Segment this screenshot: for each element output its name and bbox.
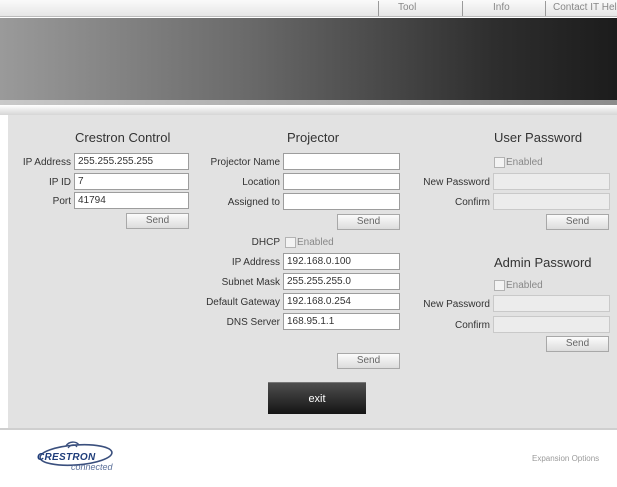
projector-ip-label: IP Address (231, 257, 280, 268)
crestron-ipid-input[interactable]: 7 (74, 173, 189, 190)
network-send-button[interactable]: Send (337, 353, 400, 369)
crestron-send-button[interactable]: Send (126, 213, 189, 229)
projector-title: Projector (287, 130, 340, 145)
crestron-port-label: Port (52, 196, 71, 207)
user-new-password-input[interactable] (493, 173, 610, 190)
nav-info[interactable]: Info (493, 2, 510, 13)
projector-location-label: Location (242, 177, 280, 188)
admin-password-send-button[interactable]: Send (546, 336, 609, 352)
expansion-options-link[interactable]: Expansion Options (532, 454, 599, 463)
nav-divider (378, 1, 379, 16)
user-confirm-input[interactable] (493, 193, 610, 210)
user-password-title: User Password (494, 130, 583, 145)
projector-assigned-label: Assigned to (227, 197, 280, 208)
header-banner (0, 18, 617, 105)
crestron-port-input[interactable]: 41794 (74, 192, 189, 209)
admin-new-password-input[interactable] (493, 295, 610, 312)
user-new-password-label: New Password (423, 177, 490, 188)
user-password-send-button[interactable]: Send (546, 214, 609, 230)
projector-assigned-input[interactable] (283, 193, 400, 210)
projector-name-input[interactable] (283, 153, 400, 170)
projector-location-input[interactable] (283, 173, 400, 190)
user-enabled-label: Enabled (506, 157, 543, 168)
user-enabled-checkbox-icon[interactable] (494, 157, 505, 168)
exit-button[interactable]: exit (268, 382, 366, 414)
admin-new-password-label: New Password (423, 299, 490, 310)
dhcp-checkbox-icon[interactable] (285, 237, 296, 248)
dhcp-enabled-label: Enabled (297, 237, 334, 248)
admin-password-title: Admin Password (494, 255, 592, 270)
admin-confirm-label: Confirm (454, 320, 490, 331)
crestron-ipid-label: IP ID (48, 177, 71, 188)
admin-enabled-checkbox-icon[interactable] (494, 280, 505, 291)
projector-name-label: Projector Name (210, 157, 280, 168)
nav-divider (462, 1, 463, 16)
nav-divider (545, 1, 546, 16)
header-stripe (0, 105, 617, 115)
nav-tool[interactable]: Tool (398, 2, 416, 13)
crestron-ip-input[interactable]: 255.255.255.255 (74, 153, 189, 170)
projector-info-send-button[interactable]: Send (337, 214, 400, 230)
dhcp-label: DHCP (251, 237, 280, 248)
subnet-mask-input[interactable]: 255.255.255.0 (283, 273, 400, 290)
projector-ip-input[interactable]: 192.168.0.100 (283, 253, 400, 270)
subnet-mask-label: Subnet Mask (221, 277, 280, 288)
default-gateway-input[interactable]: 192.168.0.254 (283, 293, 400, 310)
top-nav-bar: Tool Info Contact IT Help (0, 0, 617, 17)
dns-server-input[interactable]: 168.95.1.1 (283, 313, 400, 330)
admin-enabled-label: Enabled (506, 280, 543, 291)
nav-contact-it-help[interactable]: Contact IT Help (553, 2, 617, 13)
admin-confirm-input[interactable] (493, 316, 610, 333)
default-gateway-label: Default Gateway (206, 297, 280, 308)
crestron-control-title: Crestron Control (75, 130, 171, 145)
crestron-ip-label: IP Address (22, 157, 71, 168)
dns-server-label: DNS Server (226, 317, 280, 328)
logo-subtitle: connected (71, 462, 113, 472)
user-confirm-label: Confirm (454, 197, 490, 208)
